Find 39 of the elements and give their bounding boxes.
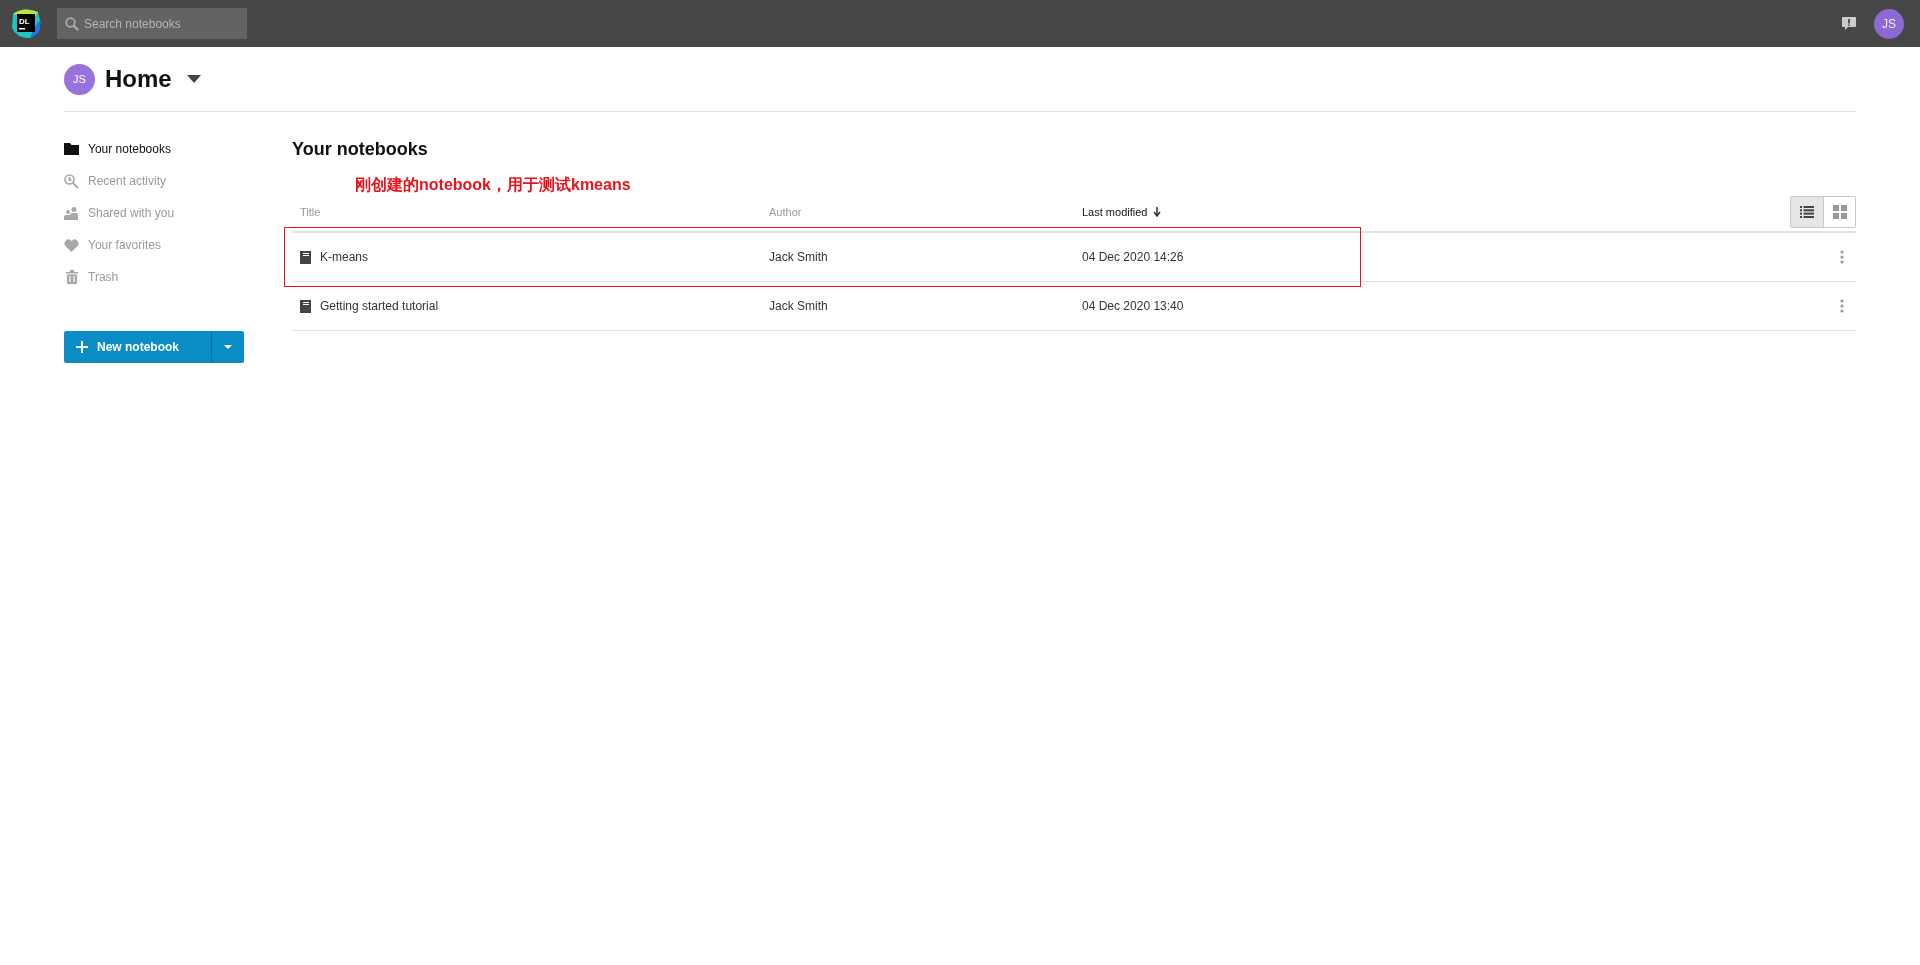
author-cell: Jack Smith xyxy=(769,299,828,313)
modified-cell: 04 Dec 2020 14:26 xyxy=(1082,250,1184,264)
list-icon xyxy=(1800,205,1814,218)
page-title: Home xyxy=(105,65,172,93)
feedback-icon[interactable] xyxy=(1842,16,1856,31)
plus-icon xyxy=(76,341,88,353)
search-field[interactable]: Search notebooks xyxy=(57,8,247,39)
notebook-title[interactable]: Getting started tutorial xyxy=(320,299,439,313)
trash-icon xyxy=(65,270,78,284)
heart-icon xyxy=(64,238,79,252)
new-notebook-button[interactable]: New notebook xyxy=(64,331,211,363)
grid-icon xyxy=(1832,204,1847,219)
dropdown-button[interactable] xyxy=(211,331,244,363)
column-header[interactable]: Author xyxy=(769,205,1082,218)
clock-search-icon xyxy=(64,173,79,189)
sidebar-item[interactable]: Your favorites xyxy=(64,229,161,261)
app-logo[interactable]: DL xyxy=(10,7,42,40)
logo-letters: DL xyxy=(19,16,30,26)
author-cell: Jack Smith xyxy=(769,250,828,264)
notebook-icon xyxy=(300,250,311,264)
section-title: Your notebooks xyxy=(292,139,429,160)
caret-icon[interactable] xyxy=(186,75,201,83)
people-icon xyxy=(64,206,79,220)
column-header[interactable]: Title xyxy=(300,205,321,218)
caret-icon xyxy=(224,345,232,349)
modified-cell: 04 Dec 2020 13:40 xyxy=(1082,299,1184,313)
sidebar-item[interactable]: Shared with you xyxy=(64,197,175,229)
sidebar-item[interactable]: Recent activity xyxy=(64,165,167,197)
user-avatar[interactable]: JS xyxy=(1874,8,1904,39)
folder-icon xyxy=(64,143,79,155)
notebook-icon xyxy=(300,299,311,313)
column-header[interactable]: Last modified xyxy=(1082,205,1790,218)
sidebar-item[interactable]: Trash xyxy=(64,261,119,293)
sidebar-item[interactable]: Your notebooks xyxy=(64,133,171,165)
sort-down-icon xyxy=(1153,206,1162,217)
list-view-button[interactable] xyxy=(1791,196,1823,227)
notebook-title[interactable]: K-means xyxy=(320,250,369,264)
user-avatar: JS xyxy=(64,63,95,95)
annotation-text: 刚创建的notebook，用于测试kmeans xyxy=(355,175,631,195)
